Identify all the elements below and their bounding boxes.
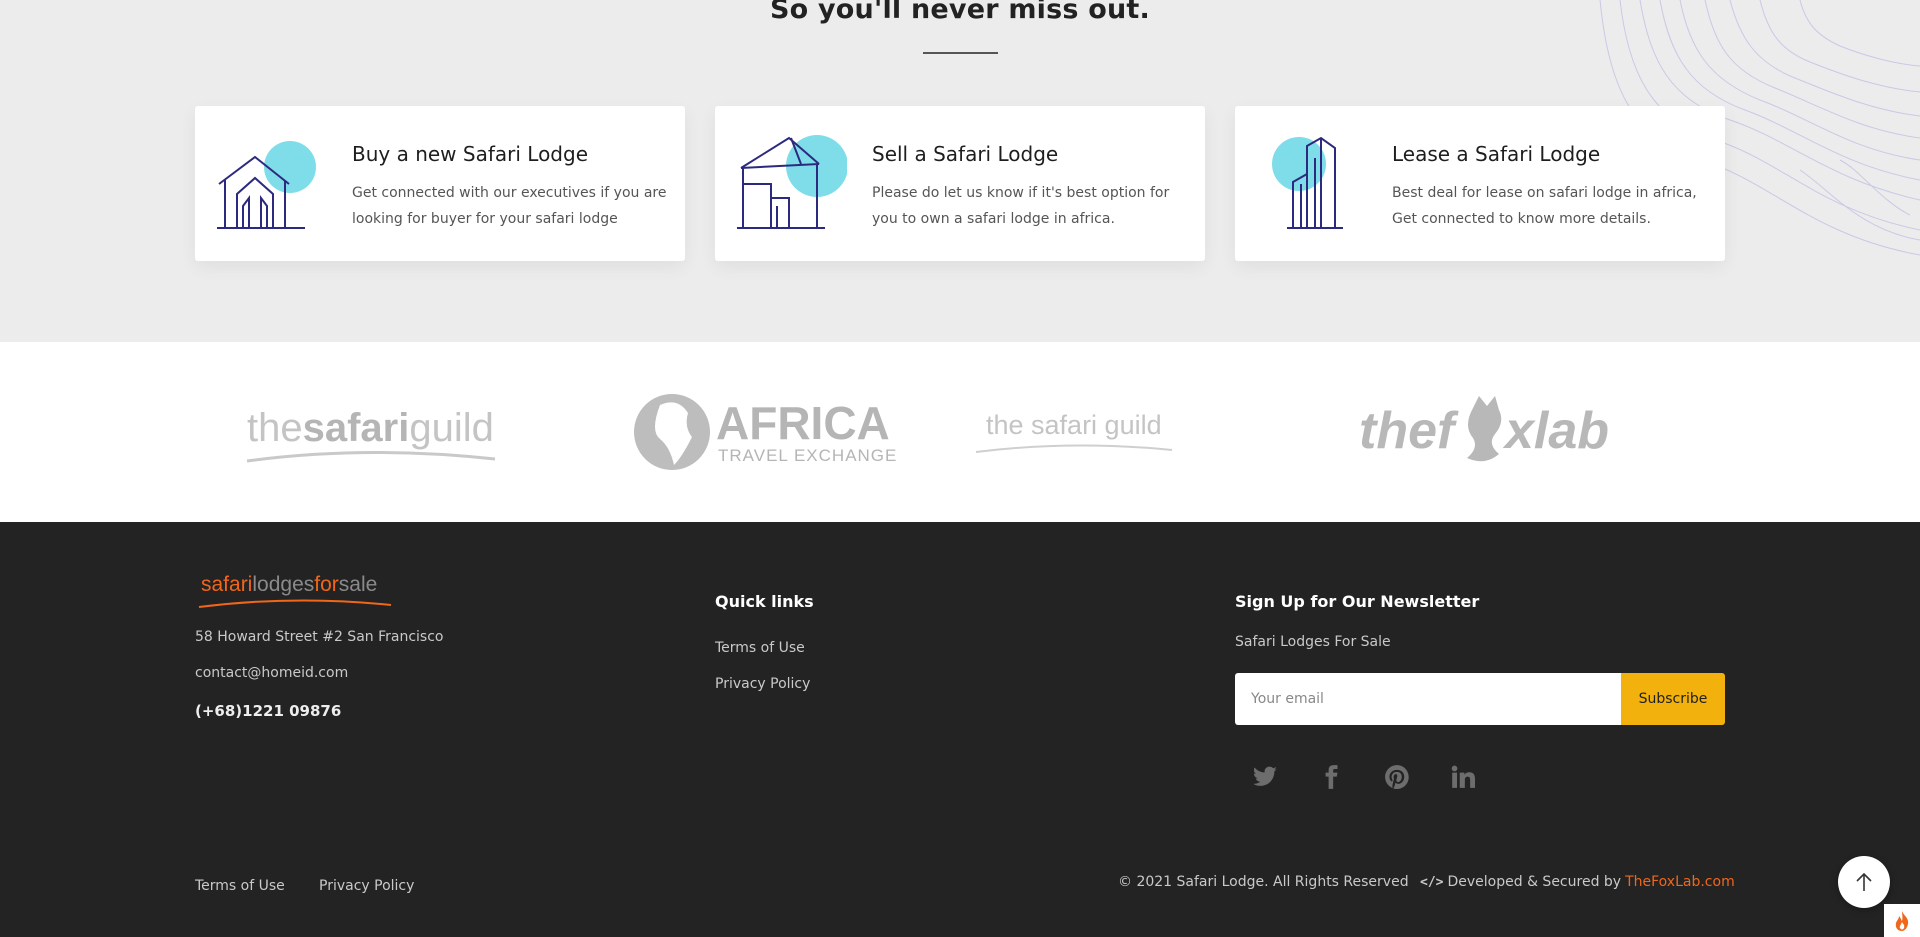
- card-title: Lease a Safari Lodge: [1392, 142, 1601, 166]
- quick-link-privacy[interactable]: Privacy Policy: [715, 676, 810, 692]
- service-cards: Buy a new Safari Lodge Get connected wit…: [195, 106, 1725, 261]
- pinterest-icon[interactable]: [1382, 762, 1412, 792]
- logo-text: safari: [201, 573, 252, 596]
- facebook-icon[interactable]: [1316, 762, 1346, 792]
- svg-text:thesafariguild: thesafariguild: [247, 406, 494, 450]
- quick-links-title: Quick links: [715, 592, 814, 611]
- logo-text: sale: [339, 573, 378, 596]
- developer-link[interactable]: TheFoxLab.com: [1625, 874, 1735, 890]
- logo-text: the: [247, 406, 303, 450]
- newsletter-form: Subscribe: [1235, 673, 1725, 725]
- footer-privacy-link[interactable]: Privacy Policy: [319, 878, 414, 894]
- card-title: Buy a new Safari Lodge: [352, 142, 589, 166]
- footer-logo[interactable]: safarilodgesforsale: [195, 567, 395, 613]
- newsletter-title: Sign Up for Our Newsletter: [1235, 592, 1480, 611]
- logo-text: TRAVEL EXCHANGE: [718, 446, 897, 465]
- tower-icon: [1272, 136, 1343, 229]
- logo-text: thef: [1359, 402, 1459, 460]
- fire-badge[interactable]: [1884, 904, 1920, 937]
- arrow-up-icon: [1856, 872, 1872, 891]
- house-icon: [217, 141, 316, 229]
- service-card-sell[interactable]: Sell a Safari Lodge Please do let us kno…: [715, 106, 1205, 261]
- developer-credit: </> Developed & Secured by TheFoxLab.com: [1420, 874, 1735, 890]
- newsletter-subtitle: Safari Lodges For Sale: [1235, 634, 1391, 650]
- flame-icon: [1895, 910, 1909, 931]
- logo-text: lodges: [252, 573, 314, 596]
- logo-text: AFRICA: [716, 397, 890, 449]
- quick-link-terms[interactable]: Terms of Use: [715, 640, 805, 656]
- logo-text: safari: [303, 406, 410, 450]
- linkedin-icon[interactable]: [1448, 762, 1478, 792]
- services-section: So you'll never miss out. Buy a new Safa…: [0, 0, 1920, 342]
- footer-terms-link[interactable]: Terms of Use: [195, 878, 285, 894]
- logo-text: xlab: [1502, 402, 1609, 460]
- partner-logo-africa-travel-exchange[interactable]: AFRICA TRAVEL EXCHANGE: [630, 342, 910, 522]
- developer-prefix: Developed & Secured by: [1447, 874, 1622, 890]
- card-description: Please do let us know if it's best optio…: [872, 185, 1170, 227]
- scroll-to-top-button[interactable]: [1838, 856, 1890, 908]
- copyright-text: © 2021 Safari Lodge. All Rights Reserved: [1118, 874, 1409, 890]
- service-card-buy[interactable]: Buy a new Safari Lodge Get connected wit…: [195, 106, 685, 261]
- footer-address: 58 Howard Street #2 San Francisco: [195, 629, 444, 645]
- social-links: [1250, 762, 1478, 792]
- logo-text: for: [314, 573, 339, 596]
- card-description: Get connected with our executives if you…: [352, 185, 667, 227]
- section-heading: So you'll never miss out.: [770, 0, 1150, 25]
- partner-logo-thefoxlab[interactable]: thef xlab: [1355, 342, 1615, 522]
- footer-phone[interactable]: (+68)1221 09876: [195, 702, 341, 720]
- footer-email[interactable]: contact@homeid.com: [195, 665, 348, 681]
- building-icon: [737, 135, 847, 229]
- partner-logo-safariguild[interactable]: thesafariguild: [245, 342, 510, 522]
- twitter-icon[interactable]: [1250, 762, 1280, 792]
- service-card-lease[interactable]: Lease a Safari Lodge Best deal for lease…: [1235, 106, 1725, 261]
- card-description: Best deal for lease on safari lodge in a…: [1392, 185, 1697, 227]
- card-title: Sell a Safari Lodge: [872, 142, 1059, 166]
- partner-logos: thesafariguild AFRICA TRAVEL EXCHANGE th…: [0, 342, 1920, 522]
- heading-divider: [923, 52, 998, 54]
- email-field[interactable]: [1235, 673, 1621, 725]
- subscribe-button[interactable]: Subscribe: [1621, 673, 1725, 725]
- svg-text:safarilodgesforsale: safarilodgesforsale: [201, 573, 377, 596]
- logo-text: guild: [409, 406, 494, 450]
- logo-text: the safari guild: [986, 410, 1162, 440]
- site-footer: safarilodgesforsale 58 Howard Street #2 …: [0, 522, 1920, 937]
- partner-logo-the-safari-guild[interactable]: the safari guild: [972, 342, 1182, 522]
- code-icon: </>: [1420, 874, 1444, 890]
